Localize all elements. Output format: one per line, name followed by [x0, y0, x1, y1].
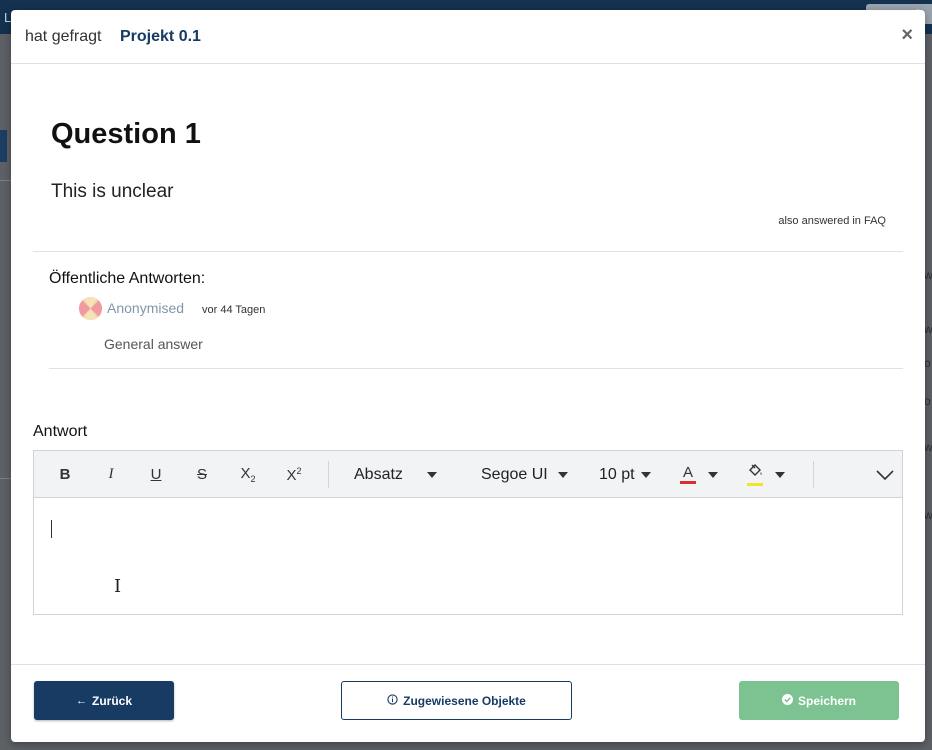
- toolbar-separator: [813, 461, 814, 488]
- asked-label: hat gefragt: [25, 28, 102, 45]
- subscript-icon: X2: [240, 465, 255, 484]
- answer-text: General answer: [104, 336, 203, 352]
- highlight-icon: [747, 463, 763, 486]
- faq-note: also answered in FAQ: [778, 215, 886, 227]
- assigned-objects-button[interactable]: Zugewiesene Objekte: [341, 681, 572, 720]
- avatar: [79, 297, 102, 320]
- strikethrough-icon: S: [196, 466, 207, 483]
- bold-button[interactable]: B: [52, 451, 78, 498]
- editor-toolbar: B I U S X2 X2 Absatz Segoe UI 10 pt A: [34, 451, 902, 498]
- bold-icon: B: [59, 466, 71, 483]
- answer-label: Antwort: [33, 423, 88, 440]
- arrow-left-icon: ←: [75, 694, 87, 707]
- answer-time: vor 44 Tagen: [202, 304, 266, 316]
- chevron-down-icon: [876, 469, 894, 480]
- font-family-dropdown[interactable]: Segoe UI: [481, 451, 573, 498]
- background-side-button: [0, 130, 7, 162]
- question-title: Question 1: [51, 118, 201, 150]
- highlight-color-button[interactable]: [747, 451, 793, 498]
- divider: [49, 368, 903, 369]
- question-text: This is unclear: [51, 181, 174, 202]
- underline-icon: U: [150, 466, 162, 483]
- subscript-letter: X: [240, 465, 251, 482]
- background-divider: [0, 180, 11, 181]
- superscript-letter: X: [286, 466, 297, 484]
- italic-button[interactable]: I: [98, 451, 124, 498]
- toolbar-separator: [328, 461, 329, 488]
- close-icon[interactable]: ×: [901, 25, 913, 45]
- text-color-icon: A: [680, 465, 696, 484]
- divider: [33, 251, 903, 252]
- avatar-icon: [79, 297, 102, 320]
- subscript-button[interactable]: X2: [234, 451, 262, 498]
- background-divider: [0, 478, 11, 479]
- save-button-label: Speichern: [797, 693, 857, 708]
- chevron-down-icon: [775, 471, 785, 478]
- underline-button[interactable]: U: [143, 451, 169, 498]
- answer-input[interactable]: I: [34, 499, 902, 614]
- info-icon: [387, 693, 398, 708]
- background-fragment: w: [924, 508, 932, 522]
- subscript-digit: 2: [250, 474, 256, 484]
- block-format-dropdown[interactable]: Absatz: [354, 451, 456, 498]
- strikethrough-button[interactable]: S: [189, 451, 215, 498]
- chevron-down-icon: [426, 471, 437, 478]
- answer-editor: B I U S X2 X2 Absatz Segoe UI 10 pt A I: [33, 450, 903, 615]
- font-family-value: Segoe UI: [481, 465, 548, 483]
- background-fragment: w: [924, 322, 932, 336]
- superscript-icon: X2: [286, 466, 301, 484]
- font-size-dropdown[interactable]: 10 pt: [599, 451, 667, 498]
- answer-author: Anonymised: [107, 300, 185, 316]
- more-toolbar-button[interactable]: [870, 451, 900, 498]
- block-format-value: Absatz: [354, 465, 403, 483]
- text-color-button[interactable]: A: [680, 451, 726, 498]
- superscript-digit: 2: [296, 465, 302, 476]
- save-button[interactable]: Speichern: [739, 681, 899, 720]
- dialog-header: hat gefragt Projekt 0.1 ×: [11, 10, 925, 64]
- chevron-down-icon: [557, 471, 568, 478]
- chevron-down-icon: [640, 471, 651, 478]
- background-fragment: o: [924, 356, 931, 370]
- background-fragment: w: [924, 268, 932, 282]
- assigned-objects-label: Zugewiesene Objekte: [403, 693, 526, 708]
- font-size-value: 10 pt: [599, 465, 635, 483]
- chevron-down-icon: [708, 471, 718, 478]
- back-button-label: Zurück: [91, 693, 132, 708]
- back-button[interactable]: ← Zurück: [34, 681, 174, 720]
- mouse-ibeam-cursor: I: [114, 576, 122, 597]
- background-fragment: w: [924, 440, 932, 454]
- superscript-button[interactable]: X2: [280, 451, 308, 498]
- project-link[interactable]: Projekt 0.1: [120, 28, 201, 46]
- text-caret: [51, 520, 52, 538]
- background-fragment: o: [924, 394, 931, 408]
- public-answers-label: Öffentliche Antworten:: [49, 270, 206, 287]
- footer-divider: [11, 664, 925, 665]
- italic-icon: I: [108, 466, 114, 482]
- check-circle-icon: [781, 693, 793, 708]
- question-dialog: hat gefragt Projekt 0.1 × Question 1 Thi…: [11, 10, 925, 742]
